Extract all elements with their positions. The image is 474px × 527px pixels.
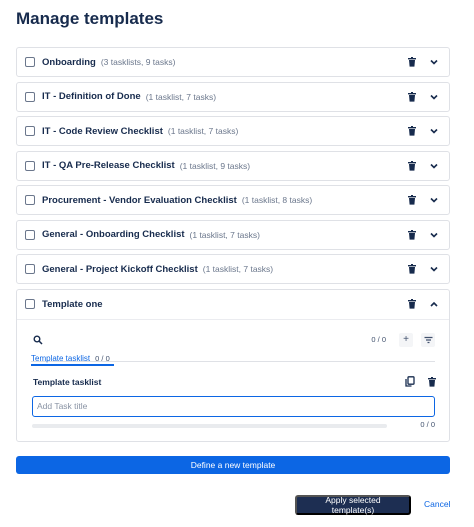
template-checkbox[interactable] [25, 126, 35, 136]
filter-button[interactable] [421, 332, 435, 347]
template-name: IT - QA Pre-Release Checklist [42, 160, 175, 171]
template-name: IT - Code Review Checklist [42, 125, 163, 137]
template-row[interactable]: Procurement - Vendor Evaluation Checklis… [16, 185, 450, 215]
progress-count: 0 / 0 [420, 419, 435, 429]
chevron-down-icon[interactable] [427, 90, 441, 104]
chevron-down-icon[interactable] [427, 124, 441, 138]
template-checkbox[interactable] [25, 229, 35, 240]
trash-icon[interactable] [405, 297, 419, 311]
template-name: Procurement - Vendor Evaluation Checklis… [42, 194, 237, 206]
template-checkbox[interactable] [25, 299, 35, 309]
chevron-down-icon[interactable] [427, 159, 441, 173]
trash-icon[interactable] [405, 262, 419, 276]
template-meta: (3 tasklists, 9 tasks) [100, 57, 176, 67]
template-name: General - Project Kickoff Checklist [42, 263, 198, 275]
template-checkbox[interactable] [25, 160, 35, 171]
toolbar-count: 0 / 0 [371, 335, 386, 344]
template-row[interactable]: IT - Definition of Done (1 tasklist, 7 ta… [16, 81, 450, 112]
template-meta: (1 tasklist, 7 tasks) [202, 264, 274, 274]
trash-icon[interactable] [425, 375, 439, 389]
chevron-up-icon[interactable] [427, 297, 441, 311]
template-name: General - Onboarding Checklist [42, 229, 185, 240]
tasklist-progress-bar [32, 423, 387, 428]
filter-icon [424, 336, 432, 343]
template-name: Onboarding [42, 56, 96, 68]
trash-icon[interactable] [405, 193, 419, 207]
trash-icon[interactable] [405, 90, 419, 104]
tasklist-actions [395, 375, 439, 389]
trash-icon[interactable] [405, 55, 419, 69]
template-rows: Onboarding (3 tasklists, 9 tasks) IT - Def… [16, 47, 450, 284]
page-title: Manage templates [16, 9, 164, 28]
tab-label: Template tasklist [31, 353, 91, 363]
template-list: Onboarding (3 tasklists, 9 tasks) IT - Def… [16, 47, 450, 442]
template-row[interactable]: IT - QA Pre-Release Checklist (1 tasklist… [16, 150, 450, 181]
tasklist-tabs: Template tasklist 0 / 0 [31, 348, 435, 366]
template-row[interactable]: Onboarding (3 tasklists, 9 tasks) [16, 47, 450, 77]
template-row[interactable]: IT - Code Review Checklist (1 tasklist, 7… [16, 116, 450, 146]
template-name: IT - Definition of Done [42, 91, 141, 102]
template-checkbox[interactable] [25, 57, 35, 67]
task-title-input[interactable] [32, 395, 435, 417]
chevron-down-icon[interactable] [427, 193, 441, 207]
tab-template-tasklist[interactable]: Template tasklist 0 / 0 [31, 352, 114, 366]
template-meta: (1 tasklist, 7 tasks) [167, 126, 239, 136]
template-checkbox[interactable] [25, 91, 35, 102]
trash-icon[interactable] [405, 228, 419, 242]
template-row-header[interactable]: Template one [17, 290, 449, 320]
template-checkbox[interactable] [25, 195, 35, 205]
chevron-down-icon[interactable] [427, 55, 441, 69]
tasklist-title: Template tasklist [33, 376, 102, 387]
template-meta: (1 tasklist, 7 tasks) [145, 91, 217, 102]
template-row[interactable]: General - Project Kickoff Checklist (1 ta… [16, 254, 450, 284]
template-name: Template one [42, 298, 103, 310]
template-checkbox[interactable] [25, 264, 35, 274]
chevron-down-icon[interactable] [427, 228, 441, 242]
add-button[interactable]: + [399, 332, 413, 347]
template-meta: (1 tasklist, 9 tasks) [179, 160, 251, 171]
search-icon[interactable] [31, 333, 45, 347]
template-row[interactable]: General - Onboarding Checklist (1 tasklis… [16, 219, 450, 250]
template-meta: (1 tasklist, 8 tasks) [241, 195, 313, 205]
chevron-down-icon[interactable] [427, 262, 441, 276]
tasklist-toolbar: 0 / 0 + [31, 332, 435, 348]
trash-icon[interactable] [405, 159, 419, 173]
template-meta: (1 tasklist, 7 tasks) [189, 229, 260, 240]
tab-count: 0 / 0 [95, 353, 110, 363]
trash-icon[interactable] [405, 124, 419, 138]
template-detail-panel: 0 / 0 + Template tasklist 0 / 0 Template… [17, 320, 449, 441]
cancel-link[interactable]: Cancel [424, 499, 450, 509]
plus-icon: + [403, 334, 409, 345]
define-new-template-button[interactable]: Define a new template [16, 456, 450, 474]
apply-selected-templates-button[interactable]: Apply selected template(s) [295, 495, 411, 515]
template-expanded: Template one 0 / 0 + Template tasklist 0… [16, 288, 450, 442]
copy-icon[interactable] [403, 375, 417, 389]
